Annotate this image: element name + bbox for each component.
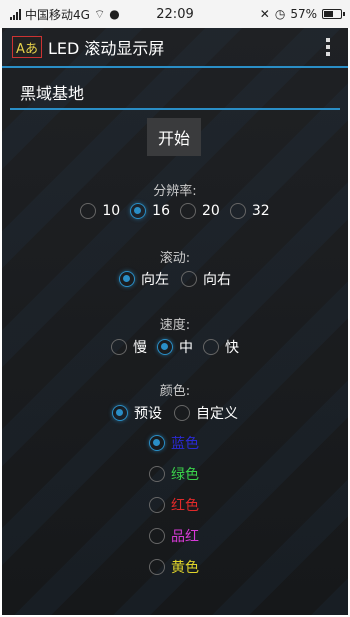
color-preset-radio[interactable]: 黄色 <box>149 551 199 582</box>
scroll-radio[interactable]: 向左 <box>119 269 169 289</box>
radio-circle-icon <box>157 339 173 355</box>
radio-label: 红色 <box>171 497 199 514</box>
battery-icon <box>322 9 345 19</box>
signal-icon <box>10 8 21 20</box>
radio-circle-icon <box>149 434 165 451</box>
color-preset-radio[interactable]: 品红 <box>149 520 199 551</box>
scroll-radio[interactable]: 向右 <box>181 269 231 289</box>
radio-circle-icon <box>149 465 165 482</box>
radio-label: 16 <box>152 203 170 219</box>
speed-radio[interactable]: 慢 <box>111 337 147 357</box>
app-icon: Aあ <box>12 36 42 58</box>
speed-radio[interactable]: 快 <box>203 337 239 357</box>
radio-label: 10 <box>102 203 121 219</box>
resolution-radio[interactable]: 10 <box>80 203 120 219</box>
color-preset-list: 蓝色绿色红色品红黄色 <box>149 427 199 582</box>
color-mode-radio[interactable]: 自定义 <box>174 403 238 423</box>
radio-circle-icon <box>180 203 196 219</box>
resolution-radio[interactable]: 20 <box>180 203 220 219</box>
radio-label: 自定义 <box>196 406 238 422</box>
action-bar: Aあ LED 滚动显示屏 <box>2 28 348 68</box>
status-bar: 中国移动4G ⌔ ● 22:09 ✕ ◷ 57% <box>0 0 350 28</box>
radio-circle-icon <box>130 203 147 219</box>
color-mode-radio[interactable]: 预设 <box>112 403 162 423</box>
carrier-label: 中国移动4G <box>25 7 90 22</box>
speed-options: 慢中快 <box>2 337 348 357</box>
battery-percent: 57% <box>290 7 317 21</box>
color-preset-radio[interactable]: 蓝色 <box>149 427 199 458</box>
radio-circle-icon <box>149 527 165 544</box>
radio-circle-icon <box>112 405 128 421</box>
color-mode-options: 预设 自定义 <box>2 403 348 423</box>
color-preset-radio[interactable]: 红色 <box>149 489 199 520</box>
radio-label: 中 <box>179 340 193 356</box>
wechat-icon: ● <box>109 7 120 21</box>
speed-radio[interactable]: 中 <box>157 337 193 357</box>
radio-label: 预设 <box>134 406 162 422</box>
radio-circle-icon <box>149 558 165 575</box>
radio-label: 32 <box>251 203 270 219</box>
radio-label: 蓝色 <box>171 435 199 452</box>
scroll-options: 向左 向右 <box>2 269 348 289</box>
color-preset-radio[interactable]: 绿色 <box>149 458 199 489</box>
wifi-icon: ⌔ <box>93 6 106 21</box>
radio-label: 20 <box>202 203 220 219</box>
resolution-label: 分辨率: <box>153 184 197 199</box>
color-label: 颜色: <box>159 384 191 399</box>
scroll-label: 滚动: <box>159 251 191 266</box>
app-title: LED 滚动显示屏 <box>48 39 165 58</box>
resolution-radio[interactable]: 16 <box>130 203 170 219</box>
radio-circle-icon <box>174 405 190 421</box>
radio-label: 向右 <box>203 272 231 288</box>
radio-circle-icon <box>203 339 219 355</box>
radio-circle-icon <box>181 271 197 287</box>
resolution-options: 10 16 20 32 <box>2 203 348 219</box>
alarm-icon: ◷ <box>274 7 286 21</box>
radio-circle-icon <box>149 496 165 513</box>
radio-label: 黄色 <box>171 559 199 576</box>
radio-circle-icon <box>119 271 135 287</box>
start-button[interactable]: 开始 <box>147 118 201 156</box>
radio-label: 慢 <box>133 340 147 356</box>
overflow-menu-icon[interactable] <box>326 38 330 56</box>
message-input[interactable]: 黑域基地 <box>10 80 340 110</box>
speed-label: 速度: <box>159 318 191 333</box>
radio-label: 品红 <box>171 528 199 545</box>
radio-circle-icon <box>229 203 246 219</box>
radio-circle-icon <box>111 339 127 355</box>
resolution-radio[interactable]: 32 <box>229 203 270 219</box>
mute-icon: ✕ <box>259 7 270 21</box>
radio-label: 向左 <box>141 272 169 288</box>
radio-label: 绿色 <box>171 466 199 483</box>
radio-label: 快 <box>225 340 239 356</box>
radio-circle-icon <box>80 203 97 219</box>
app-screen: Aあ LED 滚动显示屏 黑域基地 开始 分辨率: 10 16 20 32 滚动: 向… <box>2 28 348 615</box>
